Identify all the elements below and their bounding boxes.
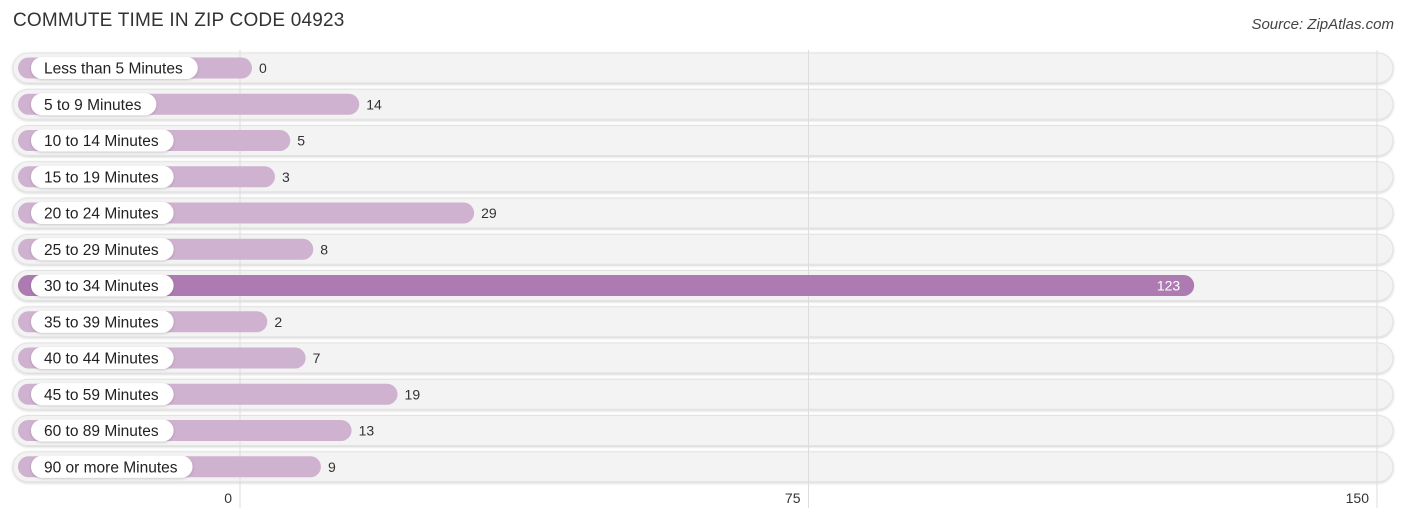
bar <box>18 275 1195 296</box>
bar-chart: Less than 5 Minutes 0 5 to 9 Minutes 14 10 t… <box>12 50 1394 508</box>
category-label: 15 to 19 Minutes <box>44 169 159 186</box>
value-label: 123 <box>1157 278 1181 294</box>
value-label: 7 <box>313 350 321 366</box>
bar-row: 45 to 59 Minutes 19 <box>18 383 421 406</box>
value-label: 29 <box>481 205 497 221</box>
value-label: 9 <box>328 459 336 475</box>
value-label: 19 <box>405 386 421 402</box>
bar-row: 30 to 34 Minutes 123 <box>18 274 1195 297</box>
value-label: 2 <box>274 314 282 330</box>
bars: Less than 5 Minutes 0 5 to 9 Minutes 14 10 t… <box>18 57 1195 478</box>
value-label: 5 <box>297 133 305 149</box>
category-label: 20 to 24 Minutes <box>44 206 159 223</box>
value-label: 8 <box>320 241 328 257</box>
category-label: 35 to 39 Minutes <box>44 314 159 331</box>
x-tick-label: 0 <box>224 490 232 506</box>
category-label: Less than 5 Minutes <box>44 61 183 78</box>
bar-row: 60 to 89 Minutes 13 <box>18 419 375 442</box>
bar-row: 90 or more Minutes 9 <box>18 455 336 478</box>
bar-row: 25 to 29 Minutes 8 <box>18 238 328 261</box>
bar-row: 40 to 44 Minutes 7 <box>18 347 321 369</box>
bar-row: 35 to 39 Minutes 2 <box>18 310 282 333</box>
category-label: 40 to 44 Minutes <box>44 351 159 368</box>
category-label: 10 to 14 Minutes <box>44 133 159 150</box>
bar-row: 15 to 19 Minutes 3 <box>18 165 290 188</box>
value-label: 13 <box>359 423 375 439</box>
x-axis-ticks: 0 75 150 <box>224 490 1369 506</box>
bar-row: 20 to 24 Minutes 29 <box>18 202 497 224</box>
category-label: 45 to 59 Minutes <box>44 387 159 404</box>
x-tick-label: 75 <box>785 490 801 506</box>
bar-row: Less than 5 Minutes 0 <box>18 57 267 79</box>
category-label: 5 to 9 Minutes <box>44 97 142 114</box>
category-label: 90 or more Minutes <box>44 459 178 476</box>
bar-row: 5 to 9 Minutes 14 <box>18 93 382 116</box>
category-label: 60 to 89 Minutes <box>44 423 159 440</box>
category-label: 30 to 34 Minutes <box>44 278 159 295</box>
bar-row: 10 to 14 Minutes 5 <box>18 129 305 152</box>
value-label: 0 <box>259 60 267 76</box>
value-label: 14 <box>366 96 382 112</box>
x-tick-label: 150 <box>1346 490 1370 506</box>
value-label: 3 <box>282 169 290 185</box>
category-label: 25 to 29 Minutes <box>44 242 159 259</box>
row-tracks <box>12 52 1394 483</box>
